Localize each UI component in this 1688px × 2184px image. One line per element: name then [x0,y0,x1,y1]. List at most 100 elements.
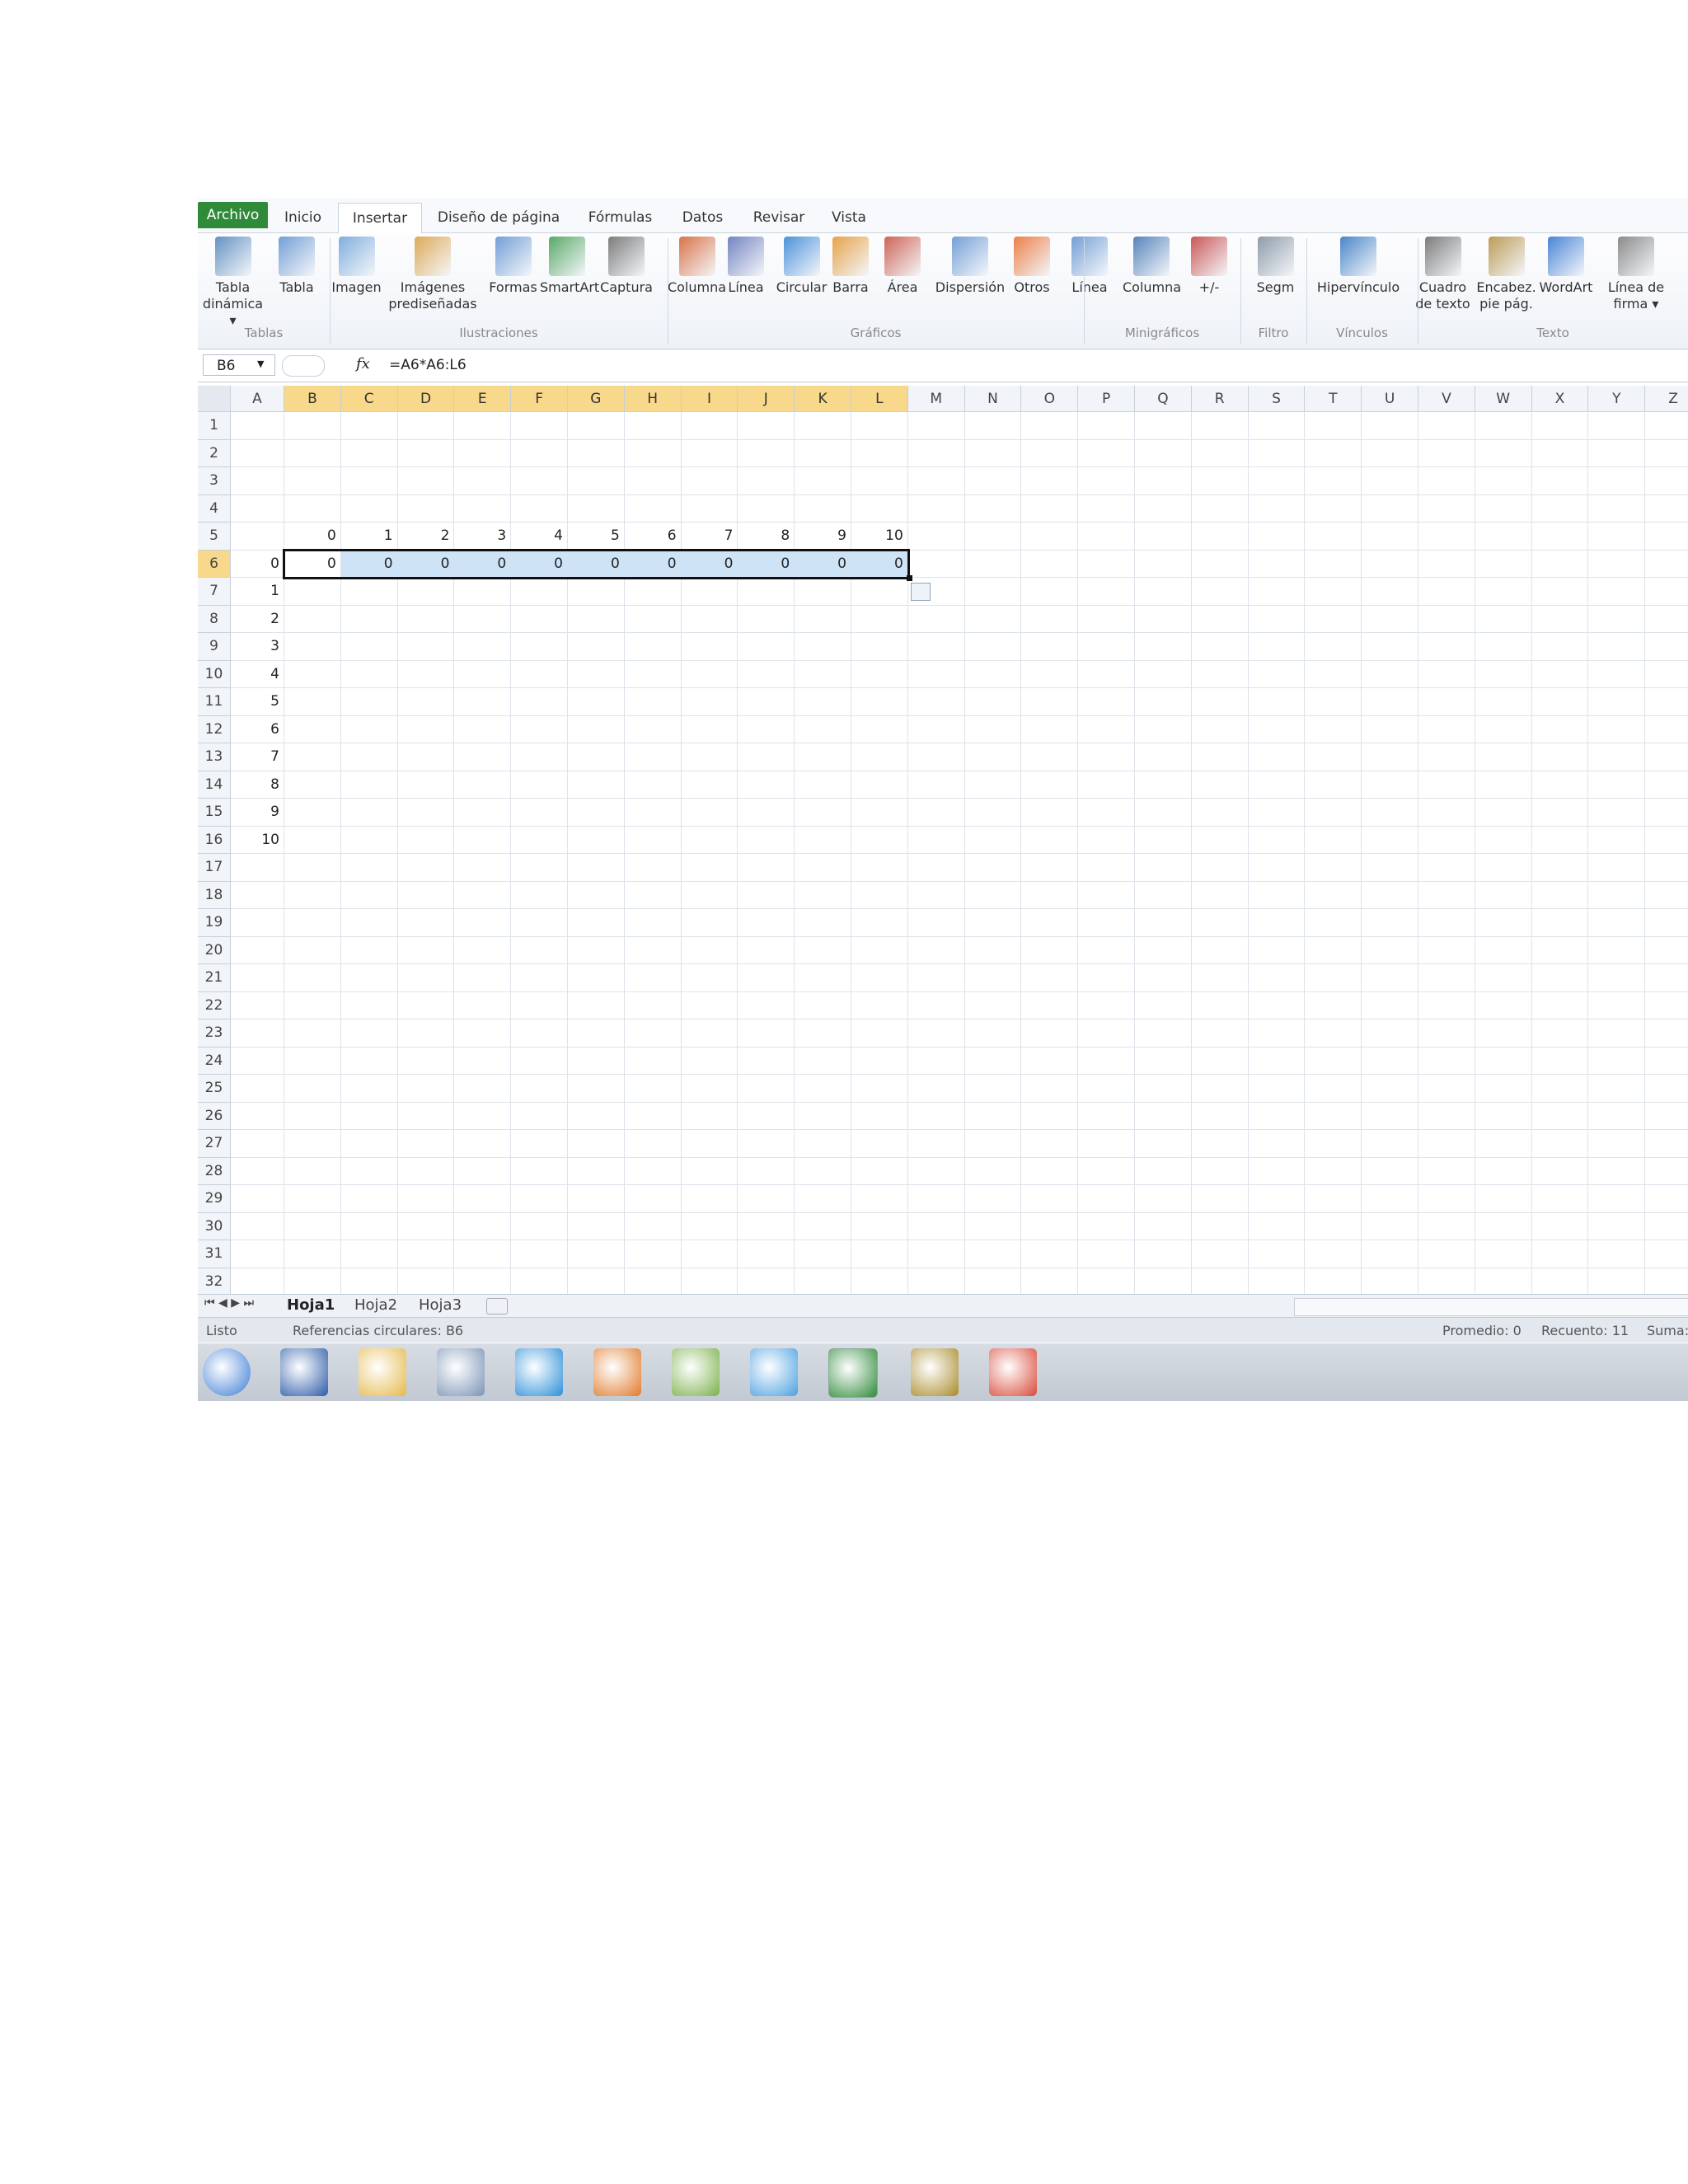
column-header-Z[interactable]: Z [1645,386,1688,412]
row-header-11[interactable]: 11 [198,688,231,716]
column-header-A[interactable]: A [231,386,284,412]
column-header-E[interactable]: E [454,386,512,412]
ribbon-button-header-footer[interactable]: Encabez. pie pág. [1475,233,1537,312]
column-header-P[interactable]: P [1078,386,1135,412]
column-header-H[interactable]: H [624,386,682,412]
column-header-C[interactable]: C [340,386,398,412]
ribbon-button-shapes[interactable]: Formas [486,233,540,296]
ribbon-button-slicer[interactable]: Segm [1249,233,1302,296]
row-header-1[interactable]: 1 [198,412,231,440]
column-header-T[interactable]: T [1305,386,1362,412]
column-header-I[interactable]: I [681,386,738,412]
row-header-20[interactable]: 20 [198,936,231,964]
ribbon-button-table[interactable]: Tabla [272,233,321,296]
row-header-19[interactable]: 19 [198,909,231,937]
row-header-15[interactable]: 15 [198,799,231,827]
word-icon[interactable] [280,1348,328,1396]
row-header-16[interactable]: 16 [198,826,231,854]
row-header-8[interactable]: 8 [198,605,231,633]
app-icon-2[interactable] [911,1348,959,1396]
column-header-X[interactable]: X [1531,386,1589,412]
column-header-D[interactable]: D [397,386,455,412]
column-header-L[interactable]: L [851,386,908,412]
row-header-31[interactable]: 31 [198,1240,231,1268]
insert-sheet-icon[interactable] [486,1298,508,1315]
ribbon-button-sparkline-line[interactable]: Línea [1065,233,1114,296]
row-header-28[interactable]: 28 [198,1157,231,1185]
row-header-26[interactable]: 26 [198,1102,231,1130]
column-header-O[interactable]: O [1021,386,1079,412]
ribbon-button-pie-chart[interactable]: Circular [775,233,828,296]
row-header-3[interactable]: 3 [198,467,231,495]
column-header-W[interactable]: W [1475,386,1532,412]
row-header-12[interactable]: 12 [198,715,231,743]
column-header-B[interactable]: B [284,386,341,412]
ribbon-button-area-chart[interactable]: Área [878,233,927,296]
column-header-S[interactable]: S [1248,386,1306,412]
column-header-R[interactable]: R [1191,386,1249,412]
column-header-U[interactable]: U [1362,386,1418,412]
row-header-24[interactable]: 24 [198,1047,231,1075]
row-header-6[interactable]: 6 [198,550,231,578]
tab-revisar[interactable]: Revisar [746,203,812,232]
select-all-corner[interactable] [198,386,231,412]
tab-archivo[interactable]: Archivo [198,202,268,228]
row-header-10[interactable]: 10 [198,660,231,688]
paste-options-icon[interactable] [910,583,931,601]
ribbon-button-other-charts[interactable]: Otros [1007,233,1057,296]
tab-vista[interactable]: Vista [824,203,874,232]
tab-insertar[interactable]: Insertar [338,203,422,233]
horizontal-scrollbar[interactable] [1294,1298,1688,1316]
row-header-18[interactable]: 18 [198,881,231,909]
ribbon-button-signature-line[interactable]: Línea de firma ▾ [1599,233,1673,312]
column-header-Y[interactable]: Y [1588,386,1646,412]
row-header-32[interactable]: 32 [198,1268,231,1296]
column-header-G[interactable]: G [568,386,625,412]
row-header-9[interactable]: 9 [198,633,231,661]
sheet-nav-arrows-icon[interactable]: ⏮ ◀ ▶ ⏭ [204,1296,254,1310]
ribbon-button-line-chart[interactable]: Línea [721,233,771,296]
ribbon-button-textbox[interactable]: Cuadro de texto [1412,233,1474,312]
ribbon-button-picture[interactable]: Imagen [330,233,383,296]
sheet-tab-hoja1[interactable]: Hoja1 [287,1296,335,1314]
row-header-17[interactable]: 17 [198,854,231,882]
row-header-27[interactable]: 27 [198,1130,231,1158]
tab-datos[interactable]: Datos [672,203,734,232]
row-header-30[interactable]: 30 [198,1212,231,1240]
worksheet-grid[interactable]: A B C D E F G H I J K L M N O P Q R S T U V W X Y Z 1 2 3 4 5 6 7 8 9 10 11 1… [198,386,1688,1296]
tab-diseño-de-página[interactable]: Diseño de página [429,203,569,232]
name-box-dropdown-icon[interactable]: ▼ [257,359,264,369]
app-icon[interactable] [672,1348,720,1396]
row-header-5[interactable]: 5 [198,523,231,551]
windows-start-icon[interactable] [203,1348,251,1396]
calculator-icon[interactable] [437,1348,485,1396]
row-header-22[interactable]: 22 [198,991,231,1019]
column-header-M[interactable]: M [907,386,965,412]
tab-fórmulas[interactable]: Fórmulas [581,203,659,232]
name-box[interactable]: B6 [203,354,275,376]
chrome-icon[interactable] [989,1348,1037,1396]
media-player-icon[interactable] [593,1348,641,1396]
column-header-V[interactable]: V [1418,386,1475,412]
sheet-tab-hoja2[interactable]: Hoja2 [354,1296,397,1314]
ribbon-button-sparkline-winloss[interactable]: +/- [1184,233,1234,296]
ribbon-button-clip-art[interactable]: Imágenes prediseñadas [383,233,482,312]
row-header-21[interactable]: 21 [198,964,231,992]
ribbon-button-screenshot[interactable]: Captura [593,233,659,296]
file-explorer-icon[interactable] [359,1348,406,1396]
row-header-23[interactable]: 23 [198,1019,231,1047]
ribbon-button-smartart[interactable]: SmartArt [540,233,599,296]
dropbox-icon[interactable] [750,1348,798,1396]
row-header-25[interactable]: 25 [198,1075,231,1103]
ribbon-button-pivot-table[interactable]: Tabla dinámica ▾ [198,233,268,329]
column-header-J[interactable]: J [738,386,795,412]
row-header-14[interactable]: 14 [198,771,231,799]
row-header-7[interactable]: 7 [198,578,231,606]
ribbon-button-bar-chart[interactable]: Barra [826,233,875,296]
ribbon-button-sparkline-column[interactable]: Columna [1123,233,1181,296]
ribbon-button-hyperlink[interactable]: Hipervínculo [1313,233,1404,296]
formula-input[interactable]: =A6*A6:L6 [389,357,467,373]
row-header-2[interactable]: 2 [198,439,231,467]
fill-handle[interactable] [906,575,912,581]
row-header-29[interactable]: 29 [198,1185,231,1213]
